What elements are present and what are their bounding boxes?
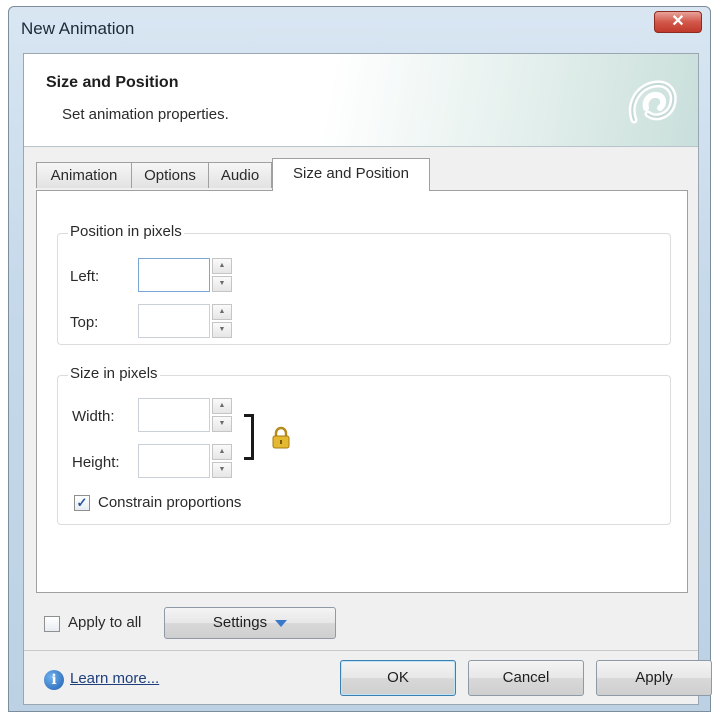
left-spinner[interactable]: ▲ ▼ (212, 258, 232, 292)
height-input[interactable] (138, 444, 210, 478)
spin-down-icon[interactable]: ▼ (212, 276, 232, 292)
size-group-label: Size in pixels (68, 365, 160, 382)
constrain-label[interactable]: Constrain proportions (98, 494, 241, 511)
close-button[interactable]: ✕ (654, 11, 702, 33)
spin-up-icon[interactable]: ▲ (212, 444, 232, 460)
settings-button[interactable]: Settings (164, 607, 336, 639)
app-logo-icon (628, 80, 677, 124)
position-group-label: Position in pixels (68, 223, 184, 240)
spin-down-icon[interactable]: ▼ (212, 462, 232, 478)
info-icon: i (44, 670, 64, 690)
size-group: Size in pixels Width: ▲▼ Height: ▲▼ ✓ (57, 365, 671, 525)
left-label: Left: (70, 268, 100, 285)
apply-to-all-checkbox[interactable] (44, 616, 60, 632)
spin-up-icon[interactable]: ▲ (212, 258, 232, 274)
position-group: Position in pixels Left: ▲ ▼ Top: ▲ ▼ (57, 223, 671, 345)
height-spinner[interactable]: ▲ ▼ (212, 444, 232, 478)
spin-up-icon[interactable]: ▲ (212, 304, 232, 320)
tab-panel: Position in pixels Left: ▲ ▼ Top: ▲ ▼ Size… (36, 190, 688, 593)
left-input[interactable] (138, 258, 210, 292)
dialog-client: Size and Position Set animation properti… (23, 53, 712, 705)
width-input[interactable] (138, 398, 210, 432)
apply-to-all-label[interactable]: Apply to all (68, 614, 141, 631)
top-spinner[interactable]: ▲ ▼ (212, 304, 232, 338)
lock-icon[interactable] (270, 426, 292, 450)
constrain-checkbox[interactable]: ✓ (74, 495, 90, 511)
tab-audio[interactable]: Audio (208, 162, 272, 188)
tab-size-and-position[interactable]: Size and Position (272, 158, 430, 191)
chevron-down-icon (275, 619, 288, 627)
dialog-window: New Animation ✕ Size and Position Set an… (8, 6, 712, 712)
width-label: Width: (72, 408, 115, 425)
top-input[interactable] (138, 304, 210, 338)
header-title: Size and Position (46, 74, 179, 91)
header-subtitle: Set animation properties. (62, 106, 229, 123)
close-icon: ✕ (671, 13, 685, 30)
top-label: Top: (70, 314, 99, 331)
width-spinner[interactable]: ▲ ▼ (212, 398, 232, 432)
footer-separator (24, 650, 698, 651)
spin-down-icon[interactable]: ▼ (212, 416, 232, 432)
spin-down-icon[interactable]: ▼ (212, 322, 232, 338)
link-bracket (244, 414, 254, 460)
height-label: Height: (72, 454, 120, 471)
learn-more-link[interactable]: Learn more... (70, 670, 159, 687)
ok-button[interactable]: OK (340, 660, 456, 696)
apply-button[interactable]: Apply (596, 660, 712, 696)
window-title: New Animation (21, 19, 135, 38)
settings-button-label: Settings (212, 614, 268, 631)
tab-animation[interactable]: Animation (36, 162, 132, 188)
dialog-header: Size and Position Set animation properti… (24, 54, 698, 147)
cancel-button[interactable]: Cancel (468, 660, 584, 696)
tab-options[interactable]: Options (131, 162, 209, 188)
spin-up-icon[interactable]: ▲ (212, 398, 232, 414)
